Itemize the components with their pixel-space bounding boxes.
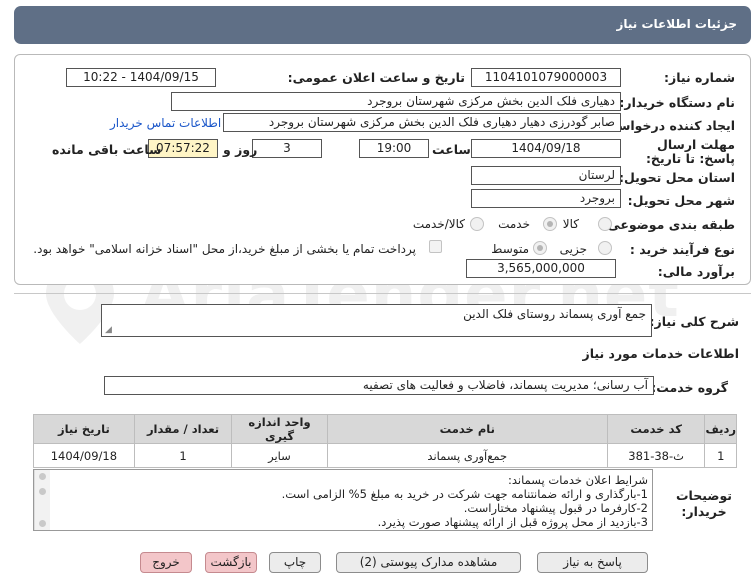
notes-line-1: شرایط اعلان خدمات پسماند: [508, 473, 648, 487]
column-header-name: نام خدمت [326, 414, 608, 444]
category-option-service: خدمت [498, 217, 530, 231]
column-header-code: کد خدمت [606, 414, 706, 444]
buyer-org-label: نام دستگاه خریدار: [619, 95, 735, 110]
notes-line-2: 1-بارگذاری و ارائه ضمانتنامه جهت شرکت در… [281, 487, 648, 501]
budget-label: برآورد مالی: [657, 264, 735, 279]
cell-need-date: 1404/09/18 [33, 443, 135, 468]
treasury-payment-checkbox[interactable] [429, 240, 442, 253]
deadline-label: مهلت ارسال پاسخ: تا تاریخ: [645, 137, 735, 166]
notes-line-4: 3-بازدید از محل پروژه قبل از ارائه پیشنه… [377, 515, 648, 529]
process-type-label: نوع فرآیند خرید : [629, 242, 735, 257]
creator-field: صابر گودرزی دهیار دهیاری فلک الدین بخش م… [223, 113, 621, 132]
description-field: جمع آوری پسماند روستای فلک الدین ◢ [101, 304, 652, 337]
buyer-org-field: دهیاری فلک الدین بخش مرکزی شهرستان بروجر… [171, 92, 621, 111]
cell-service-name: جمع‌آوری پسماند [326, 443, 608, 468]
category-radio-goods[interactable] [598, 217, 612, 231]
page-header: جزئیات اطلاعات نیاز [14, 6, 751, 44]
category-radio-service[interactable] [543, 217, 557, 231]
column-header-unit: واحد اندازه گیری [231, 414, 328, 444]
need-number-field: 1104101079000003 [471, 68, 621, 87]
buyer-contact-link[interactable]: اطلاعات تماس خریدار [110, 116, 221, 130]
services-table-header: ردیف کد خدمت نام خدمت واحد اندازه گیری ت… [33, 414, 737, 444]
print-button[interactable]: چاپ [269, 552, 321, 573]
category-option-goods: کالا [562, 217, 579, 231]
page-title: جزئیات اطلاعات نیاز [616, 17, 737, 31]
process-option-medium: متوسط [491, 242, 529, 256]
scroll-up-icon[interactable] [39, 473, 46, 480]
deadline-time-label: ساعت [432, 142, 471, 157]
notes-scrollbar[interactable] [34, 470, 50, 530]
deadline-time-field: 19:00 [359, 139, 429, 158]
days-label: روز و [223, 142, 258, 157]
process-option-minor: جزیی [559, 242, 587, 256]
province-field: لرستان [471, 166, 621, 185]
description-text: جمع آوری پسماند روستای فلک الدین [463, 307, 646, 321]
view-attachments-button[interactable]: مشاهده مدارک پیوستی (2) [336, 552, 521, 573]
need-number-label: شماره نیاز: [664, 70, 735, 85]
divider [14, 293, 751, 294]
announce-datetime-field: 1404/09/15 - 10:22 [66, 68, 216, 87]
description-label: شرح کلی نیاز: [649, 314, 739, 329]
category-label: طبقه بندی موضوعی: [602, 217, 735, 232]
buyer-notes-field: شرایط اعلان خدمات پسماند: 1-بارگذاری و ا… [33, 469, 653, 531]
remaining-label: ساعت باقی مانده [52, 142, 162, 157]
scroll-thumb-icon[interactable] [39, 488, 46, 495]
scroll-down-icon[interactable] [39, 520, 46, 527]
days-remaining-field: 3 [252, 139, 322, 158]
service-group-field: آب رسانی؛ مدیریت پسماند، فاضلاب و فعالیت… [104, 376, 654, 395]
column-header-quantity: تعداد / مقدار [133, 414, 233, 444]
services-section-title: اطلاعات خدمات مورد نیاز [582, 346, 740, 361]
reply-button[interactable]: پاسخ به نیاز [537, 552, 648, 573]
resize-grip-icon[interactable]: ◢ [105, 325, 112, 335]
budget-field: 3,565,000,000 [466, 259, 616, 278]
cell-unit: سایر [231, 443, 328, 468]
city-label: شهر محل تحویل: [627, 193, 735, 208]
treasury-payment-note: پرداخت تمام یا بخشی از مبلغ خرید،از محل … [33, 242, 416, 256]
deadline-date-field: 1404/09/18 [471, 139, 621, 158]
column-header-date: تاریخ نیاز [33, 414, 135, 444]
province-label: استان محل تحویل: [618, 170, 735, 185]
process-radio-medium[interactable] [533, 241, 547, 255]
cell-row-number: 1 [704, 443, 737, 468]
service-group-label: گروه خدمت: [651, 380, 728, 395]
table-row: 1 ث-38-381 جمع‌آوری پسماند سایر 1 1404/0… [33, 443, 737, 468]
category-radio-goods-service[interactable] [470, 217, 484, 231]
process-radio-minor[interactable] [598, 241, 612, 255]
cell-service-code: ث-38-381 [606, 443, 706, 468]
column-header-row: ردیف [704, 414, 737, 444]
announce-label: تاریخ و ساعت اعلان عمومی: [287, 70, 465, 85]
services-table: ردیف کد خدمت نام خدمت واحد اندازه گیری ت… [33, 414, 737, 468]
back-button[interactable]: بازگشت [205, 552, 257, 573]
buyer-notes-label: توضیحات خریدار: [676, 488, 732, 519]
notes-line-3: 2-کارفرما در قبول پیشنهاد مختاراست. [463, 501, 648, 515]
exit-button[interactable]: خروج [140, 552, 192, 573]
cell-quantity: 1 [133, 443, 233, 468]
category-option-goods-service: کالا/خدمت [412, 217, 465, 231]
city-field: بروجرد [471, 189, 621, 208]
